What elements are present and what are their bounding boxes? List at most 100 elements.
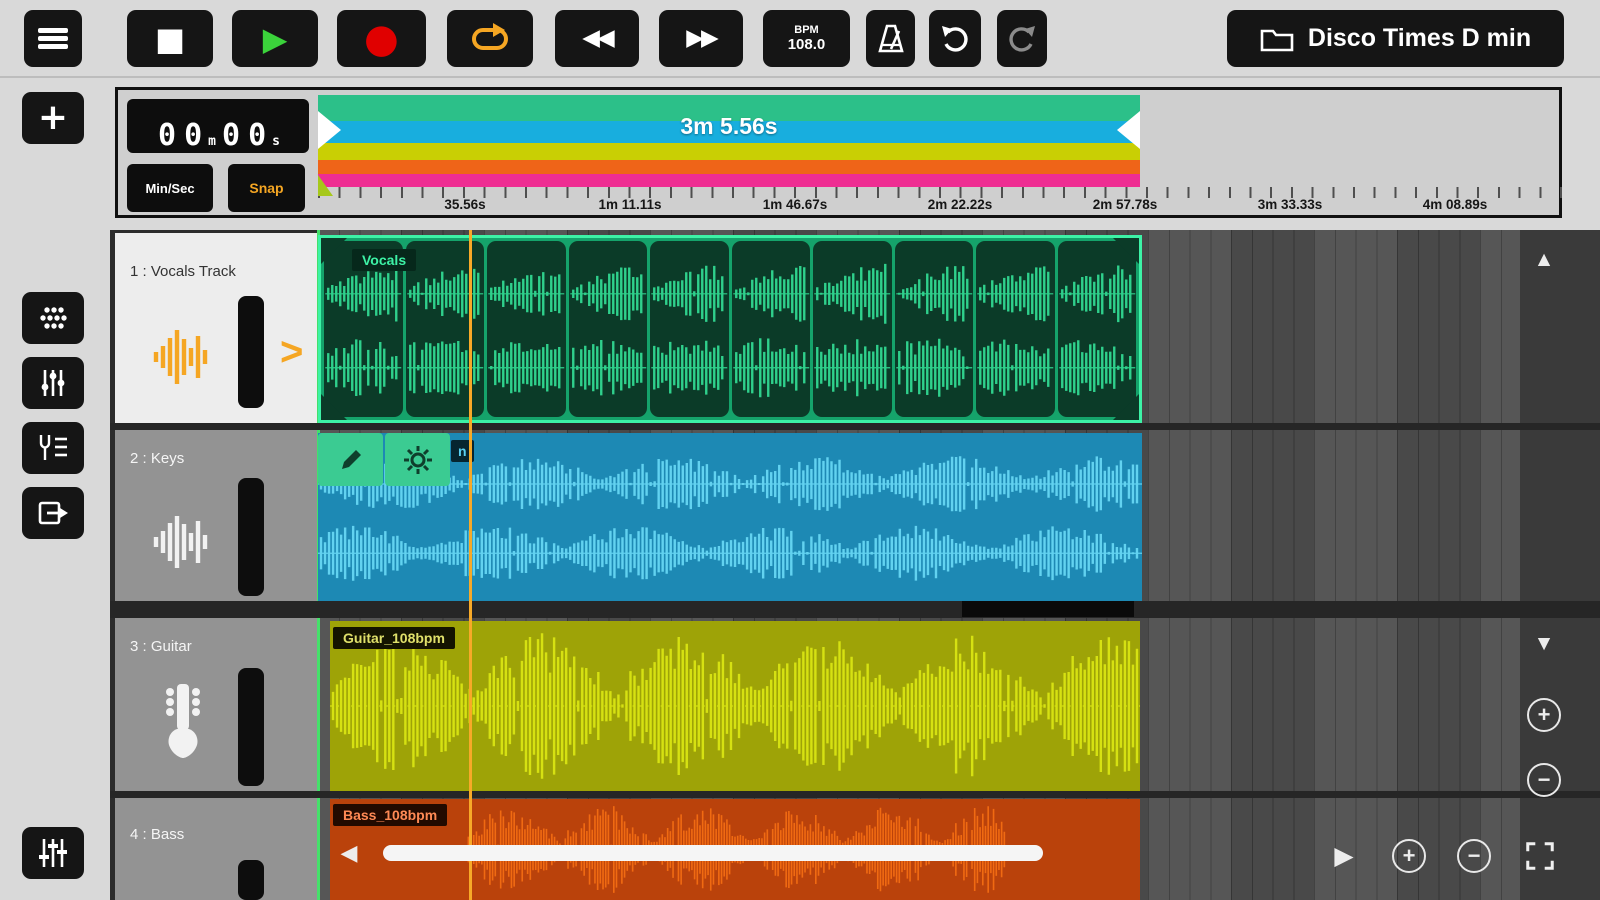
mini-play-button[interactable]: ▶ <box>1326 839 1362 873</box>
timeline-tick-label: 3m 33.33s <box>1257 197 1323 212</box>
track-name: 1 : Vocals Track <box>130 263 236 280</box>
redo-button[interactable] <box>997 10 1047 67</box>
timeline-stripe-yellow[interactable] <box>318 143 1140 160</box>
vocals-clip-segment[interactable] <box>894 241 973 417</box>
rewind-icon: ◀◀ <box>582 25 614 51</box>
fast-forward-icon: ▶▶ <box>686 25 718 51</box>
daw-app: ■ ▶ ● ◀◀ ▶▶ BPM 108.0 Disco Times D min … <box>0 0 1600 900</box>
instruments-button[interactable] <box>22 422 84 474</box>
vocals-clip-segments <box>321 238 1139 420</box>
scroll-up-button[interactable]: ▲ <box>1526 246 1562 274</box>
fast-forward-button[interactable]: ▶▶ <box>659 10 743 67</box>
selection-end-marker[interactable] <box>1117 111 1140 149</box>
export-arrow-icon <box>38 501 68 525</box>
volume-fader-keys[interactable] <box>238 478 264 596</box>
pencil-icon <box>341 449 361 469</box>
clip-settings-button[interactable] <box>385 433 450 486</box>
mixer-button[interactable] <box>22 357 84 409</box>
track-gap <box>110 601 1600 618</box>
volume-fader-bass[interactable] <box>238 860 264 900</box>
timeline-tick-label: 2m 22.22s <box>927 197 993 212</box>
timeline-tick-label: 4m 08.89s <box>1422 197 1488 212</box>
playhead-start-flag[interactable] <box>318 175 333 196</box>
time-minutes-tens: 0 <box>158 118 177 153</box>
record-button[interactable]: ● <box>337 10 426 67</box>
undo-button[interactable] <box>929 10 981 67</box>
undo-icon <box>942 25 968 52</box>
selection-start-marker[interactable] <box>318 111 341 149</box>
folder-icon <box>1260 29 1294 51</box>
zoom-out-button[interactable]: − <box>1457 839 1491 873</box>
scroll-down-button[interactable]: ▼ <box>1526 630 1562 658</box>
bpm-button[interactable]: BPM 108.0 <box>763 10 850 67</box>
clip-label-bass: Bass_108bpm <box>333 804 448 826</box>
vocals-clip-segment[interactable] <box>568 241 647 417</box>
project-button[interactable]: Disco Times D min <box>1227 10 1564 67</box>
timeline-tick-label: 1m 46.67s <box>762 197 828 212</box>
snap-button[interactable]: Snap <box>228 164 305 212</box>
timeline-tick-label: 1m 11.11s <box>598 197 662 212</box>
vocals-clip-segment[interactable] <box>487 241 566 417</box>
timeline-stripe-orange[interactable] <box>318 160 1140 174</box>
track-header-bass[interactable] <box>115 798 318 900</box>
menu-button[interactable] <box>24 10 82 67</box>
right-scroll-gutter <box>1520 230 1600 900</box>
vocals-clip-segment[interactable] <box>976 241 1055 417</box>
vocals-clip-segment[interactable] <box>731 241 810 417</box>
time-display[interactable]: 0 0 m 0 0 s <box>127 99 309 153</box>
volume-fader-guitar[interactable] <box>238 668 264 786</box>
clip-corner-handle[interactable] <box>321 238 347 264</box>
time-seconds-unit: s <box>272 134 280 149</box>
metronome-button[interactable] <box>866 10 915 67</box>
fullscreen-icon <box>1526 842 1554 870</box>
instrument-list-icon <box>39 435 67 460</box>
zoom-out-vertical-button[interactable]: − <box>1527 763 1561 797</box>
stop-button[interactable]: ■ <box>127 10 213 67</box>
clip-corner-handle[interactable] <box>1113 394 1139 420</box>
clip-overlap-shadow <box>962 601 1134 617</box>
selection-length-label: 3m 5.56s <box>680 113 778 139</box>
eq-settings-button[interactable] <box>22 827 84 879</box>
fullscreen-button[interactable] <box>1522 838 1558 874</box>
add-track-button[interactable]: + <box>22 92 84 144</box>
export-button[interactable] <box>22 487 84 539</box>
project-name: Disco Times D min <box>1307 24 1532 52</box>
pads-icon <box>40 307 67 329</box>
min-sec-mode-button[interactable]: Min/Sec <box>127 164 213 212</box>
track-name: 2 : Keys <box>130 450 185 467</box>
bpm-label: BPM <box>794 23 819 36</box>
vocals-clip-segment[interactable] <box>650 241 729 417</box>
top-toolbar: ■ ▶ ● ◀◀ ▶▶ BPM 108.0 Disco Times D min <box>0 0 1600 78</box>
zoom-in-button[interactable]: + <box>1392 839 1426 873</box>
record-icon: ● <box>364 15 399 62</box>
clip-edit-button[interactable] <box>318 433 383 486</box>
loop-button[interactable] <box>447 10 533 67</box>
clip-label-guitar: Guitar_108bpm <box>333 627 455 649</box>
volume-fader-vocals[interactable] <box>238 296 264 408</box>
rewind-button[interactable]: ◀◀ <box>555 10 639 67</box>
scroll-left-arrow[interactable]: ◀ <box>334 840 364 866</box>
clip-vocals[interactable] <box>318 235 1142 423</box>
horizontal-scrollbar[interactable] <box>383 845 1043 861</box>
track-name: 3 : Guitar <box>130 638 192 655</box>
vocals-clip-segment[interactable] <box>813 241 892 417</box>
stop-icon: ■ <box>154 19 186 58</box>
pads-button[interactable] <box>22 292 84 344</box>
timeline-tick-label: 35.56s <box>444 197 486 212</box>
clip-corner-handle[interactable] <box>1113 238 1139 264</box>
timeline-stripe-magenta[interactable] <box>318 174 1140 187</box>
plus-icon: + <box>37 97 69 138</box>
time-seconds-tens: 0 <box>222 118 241 153</box>
hamburger-menu-icon <box>38 25 68 53</box>
expand-track-chevron[interactable]: > <box>280 330 303 375</box>
playhead-line[interactable] <box>469 230 472 900</box>
zoom-in-vertical-button[interactable]: + <box>1527 698 1561 732</box>
vocals-clip-segment[interactable] <box>405 241 484 417</box>
track-header-vocals[interactable] <box>115 233 318 423</box>
redo-icon <box>1009 25 1035 52</box>
clip-corner-handle[interactable] <box>321 394 347 420</box>
time-minutes-ones: 0 <box>184 118 203 153</box>
vocals-waveform-icon <box>153 330 208 384</box>
play-button[interactable]: ▶ <box>232 10 318 67</box>
vocals-clip-segment[interactable] <box>1057 241 1136 417</box>
